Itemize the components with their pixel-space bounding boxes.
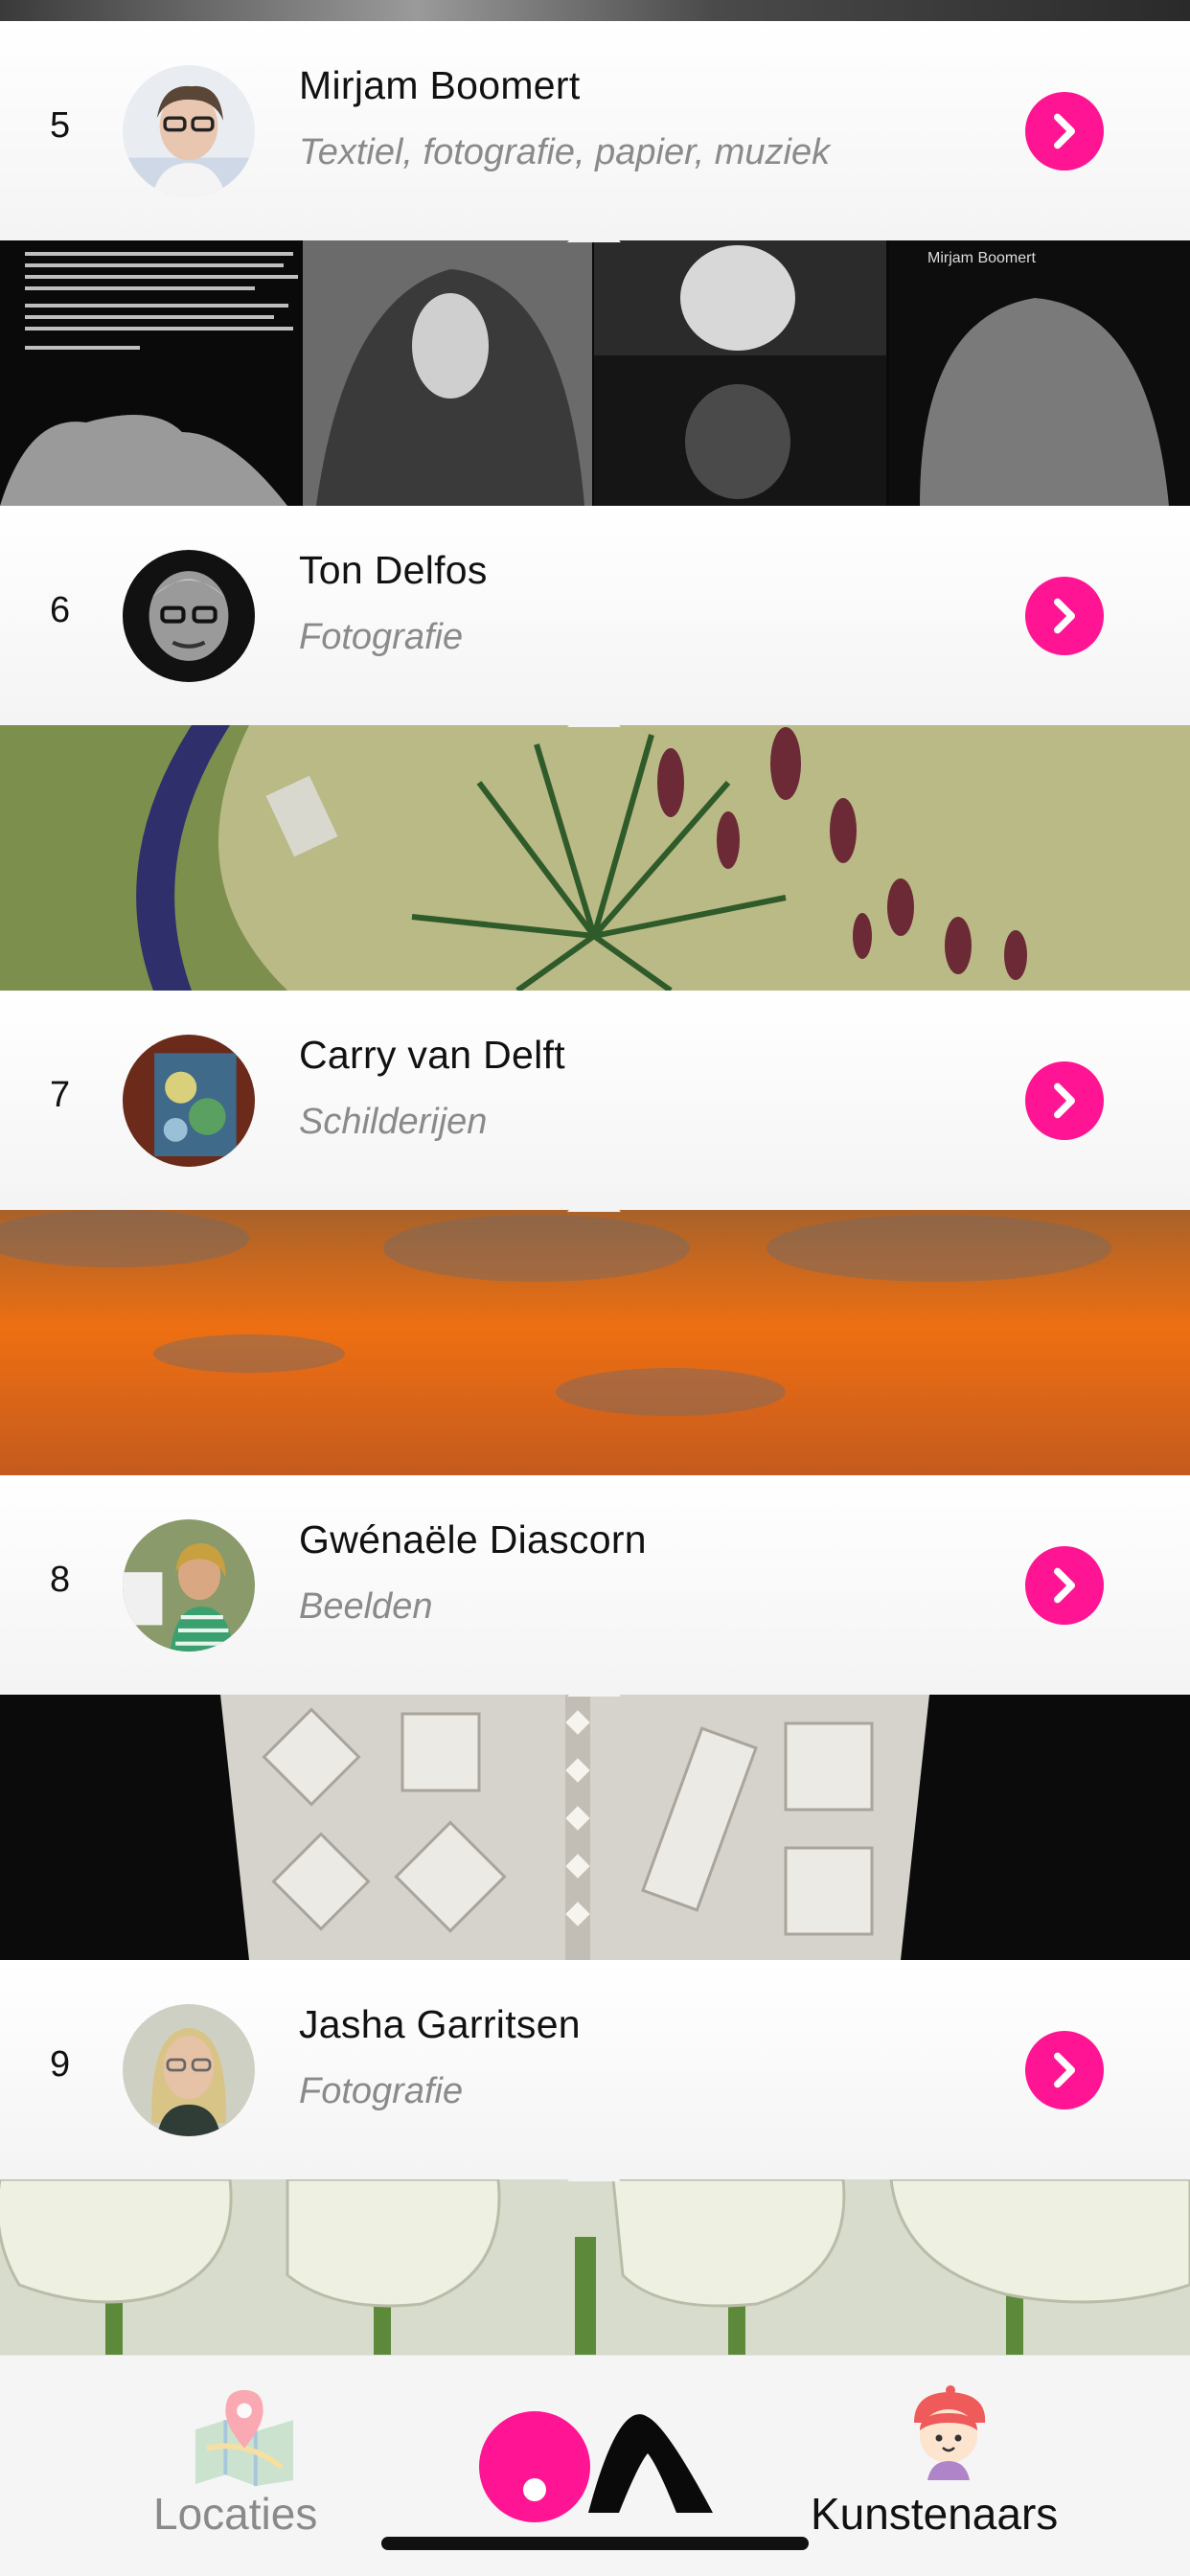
artist-banner-5[interactable]: Mirjam Boomert [0, 240, 1190, 506]
card-pointer [567, 2179, 621, 2181]
artist-card-8[interactable]: 8 Gwénaële Diascorn Beelden [0, 1475, 1190, 1695]
open-artist-button[interactable] [1025, 577, 1104, 655]
artist-discipline: Textiel, fotografie, papier, muziek [299, 132, 831, 172]
banner-caption: Mirjam Boomert [927, 250, 1036, 266]
artist-number: 9 [50, 2044, 71, 2085]
artist-banner-9[interactable] [0, 2179, 1190, 2355]
artist-discipline: Schilderijen [299, 1102, 488, 1142]
artist-name: Jasha Garritsen [299, 2002, 581, 2046]
artist-number: 8 [50, 1560, 71, 1600]
artist-name: Carry van Delft [299, 1033, 565, 1077]
artist-avatar [123, 2004, 255, 2136]
artist-card-9[interactable]: 9 Jasha Garritsen Fotografie [0, 1960, 1190, 2179]
artist-name: Mirjam Boomert [299, 63, 581, 107]
artist-banner-6[interactable] [0, 725, 1190, 991]
artist-number: 7 [50, 1075, 71, 1115]
tab-kunstenaars[interactable]: Kunstenaars [811, 2356, 1088, 2576]
artist-discipline: Fotografie [299, 2071, 464, 2111]
artist-avatar [123, 1035, 255, 1167]
artist-number: 5 [50, 105, 71, 146]
home-indicator [381, 2537, 809, 2550]
tab-locaties[interactable]: Locaties [144, 2356, 345, 2576]
map-icon [195, 2389, 294, 2486]
chevron-right-icon [1054, 598, 1075, 634]
open-artist-button[interactable] [1025, 1061, 1104, 1140]
previous-banner-edge [0, 0, 1190, 21]
tab-label-locaties: Locaties [153, 2489, 318, 2539]
artist-banner-7[interactable] [0, 1210, 1190, 1475]
artist-name: Gwénaële Diascorn [299, 1517, 647, 1562]
artist-avatar [123, 65, 255, 197]
open-artist-button[interactable] [1025, 92, 1104, 171]
artist-number: 6 [50, 590, 71, 630]
artist-discipline: Fotografie [299, 617, 464, 657]
chevron-right-icon [1054, 113, 1075, 149]
artist-avatar [123, 1519, 255, 1652]
card-pointer [567, 1695, 621, 1697]
artist-name: Ton Delfos [299, 548, 488, 592]
tab-label-kunstenaars: Kunstenaars [811, 2489, 1059, 2539]
artist-avatar [123, 550, 255, 682]
artist-card-7[interactable]: 7 Carry van Delft Schilderijen [0, 991, 1190, 1210]
artist-avatar-icon [914, 2385, 986, 2480]
artist-banner-8[interactable] [0, 1695, 1190, 1960]
chevron-right-icon [1054, 1083, 1075, 1119]
artist-card-5[interactable]: 5 Mirjam Boomert Textiel, fotografie, pa… [0, 21, 1190, 240]
chevron-right-icon [1054, 2052, 1075, 2088]
card-pointer [567, 240, 621, 242]
card-pointer [567, 725, 621, 727]
open-artist-button[interactable] [1025, 1546, 1104, 1625]
open-artist-button[interactable] [1025, 2031, 1104, 2109]
chevron-right-icon [1054, 1567, 1075, 1604]
artist-discipline: Beelden [299, 1586, 433, 1627]
card-pointer [567, 1210, 621, 1212]
artist-card-6[interactable]: 6 Ton Delfos Fotografie [0, 506, 1190, 725]
app-logo-icon[interactable] [475, 2407, 715, 2522]
